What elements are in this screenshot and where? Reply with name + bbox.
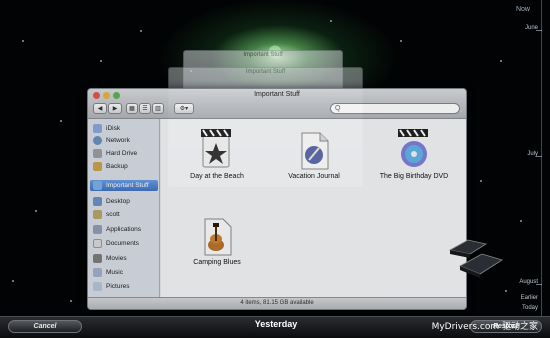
documents-icon — [93, 239, 102, 248]
sidebar-item-movies[interactable]: Movies — [90, 253, 158, 264]
sidebar-item-pictures[interactable]: Pictures — [90, 281, 158, 292]
sidebar-item-label: Applications — [106, 226, 142, 233]
search-icon: Q — [335, 105, 341, 112]
sidebar-item-label: Backup — [106, 163, 128, 170]
timeline-axis — [541, 0, 542, 316]
sidebar-item-applications[interactable]: Applications — [90, 224, 158, 235]
column-view-button[interactable]: ▥ — [152, 103, 164, 114]
timeline-label-july[interactable]: July — [527, 151, 538, 157]
background-window-title: Important Stuff — [245, 69, 286, 75]
file-label: Camping Blues — [193, 259, 241, 266]
movies-icon — [93, 254, 102, 263]
file-label: The Big Birthday DVD — [379, 173, 449, 180]
sidebar-item-desktop[interactable]: Desktop — [90, 196, 158, 207]
sidebar-item-hard-drive[interactable]: Hard Drive — [90, 148, 158, 159]
sidebar-item-label: Network — [106, 137, 130, 144]
list-view-button[interactable]: ☰ — [139, 103, 151, 114]
pages-document-icon — [301, 132, 329, 170]
timeline-label-june[interactable]: June — [525, 25, 538, 31]
search-field[interactable]: Q — [330, 103, 460, 114]
network-icon — [93, 136, 102, 145]
backup-drive-icon — [93, 162, 102, 171]
timeline-label-august[interactable]: August — [519, 279, 538, 285]
sidebar-item-home[interactable]: scott — [90, 209, 158, 220]
sidebar-item-idisk[interactable]: iDisk — [90, 123, 158, 134]
sidebar-item-label: Music — [106, 269, 123, 276]
back-button[interactable]: ◀ — [93, 103, 107, 114]
finder-window[interactable]: Important Stuff ◀ ▶ ▦ ☰ ▥ ⚙▾ Q iDisk Net… — [87, 88, 467, 310]
file-label: Vacation Journal — [288, 173, 340, 180]
forward-in-time-arrow-icon[interactable] — [459, 253, 503, 278]
sidebar-item-important-stuff[interactable]: Important Stuff — [90, 180, 158, 191]
window-titlebar[interactable]: Important Stuff ◀ ▶ ▦ ☰ ▥ ⚙▾ Q — [88, 89, 466, 119]
file-label: Day at the Beach — [190, 173, 244, 180]
hard-drive-icon — [93, 149, 102, 158]
pictures-icon — [93, 282, 102, 291]
status-bar: 4 items, 81.15 GB available — [88, 297, 466, 309]
desktop-icon — [93, 197, 102, 206]
icon-view-button[interactable]: ▦ — [126, 103, 138, 114]
watermark: MyDrivers.com 驱动之家 — [431, 322, 538, 332]
timeline-navigation-arrows — [448, 239, 503, 278]
sidebar-item-label: Movies — [106, 255, 127, 262]
sidebar-item-label: Hard Drive — [106, 150, 138, 157]
forward-button[interactable]: ▶ — [108, 103, 122, 114]
sidebar-item-label: Documents — [106, 240, 139, 247]
applications-icon — [93, 225, 102, 234]
sidebar: iDisk Network Hard Drive Backup Importan… — [88, 119, 160, 297]
current-date-label: Yesterday — [254, 319, 298, 329]
action-menu-button[interactable]: ⚙▾ — [174, 103, 194, 114]
sidebar-item-backup[interactable]: Backup — [90, 161, 158, 172]
music-icon — [93, 268, 102, 277]
timeline[interactable]: Now June July August Earlier Today — [510, 0, 550, 316]
idisk-icon — [93, 124, 102, 133]
sidebar-item-documents[interactable]: Documents — [90, 238, 158, 249]
window-title: Important Stuff — [254, 91, 300, 98]
timeline-label-earlier[interactable]: Earlier — [521, 295, 538, 301]
timeline-label-today[interactable]: Today — [522, 305, 538, 311]
garageband-file-icon — [204, 218, 232, 256]
timeline-now-label[interactable]: Now — [516, 6, 530, 13]
background-window-title: Important Stuff — [243, 52, 283, 58]
folder-icon — [93, 181, 102, 190]
sidebar-item-network[interactable]: Network — [90, 135, 158, 146]
idvd-project-icon — [398, 129, 428, 167]
sidebar-item-label: Pictures — [106, 283, 130, 290]
imovie-project-icon — [201, 129, 231, 168]
sidebar-item-label: iDisk — [106, 125, 121, 132]
sidebar-item-label: Desktop — [106, 198, 130, 205]
cancel-button[interactable]: Cancel — [8, 320, 82, 333]
file-browser-content[interactable]: Day at the Beach Vacation Journal The Bi… — [161, 119, 466, 297]
sidebar-item-label: scott — [106, 211, 120, 218]
sidebar-item-label: Important Stuff — [106, 182, 149, 189]
sidebar-item-music[interactable]: Music — [90, 267, 158, 278]
home-icon — [93, 210, 102, 219]
